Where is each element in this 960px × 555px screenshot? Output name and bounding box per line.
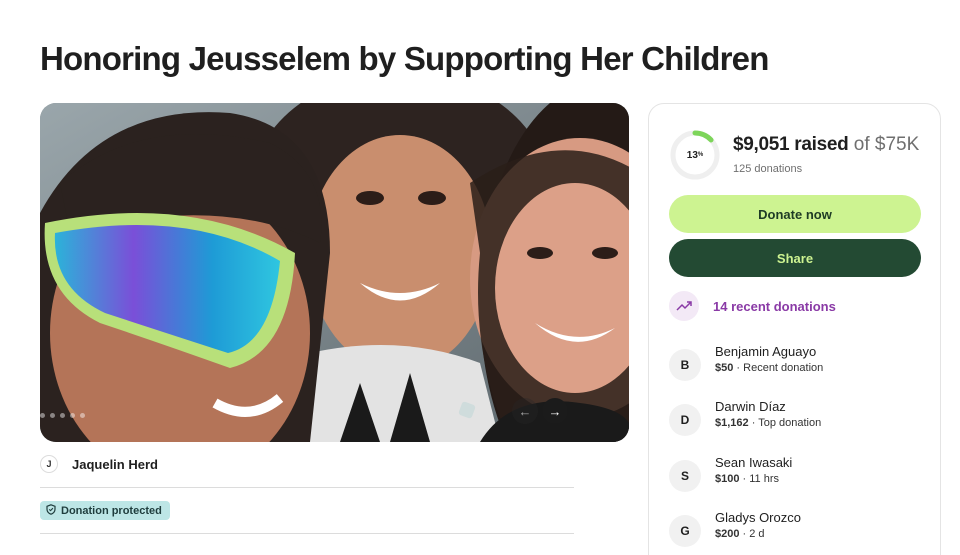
donor-avatar: B — [669, 349, 701, 381]
carousel-dot[interactable] — [70, 413, 75, 418]
carousel-dot[interactable] — [60, 413, 65, 418]
divider — [40, 533, 574, 534]
donor-name: Sean Iwasaki — [715, 455, 793, 470]
amount-raised: $9,051 raised of $75K — [733, 134, 920, 155]
page-title: Honoring Jeusselem by Supporting Her Chi… — [40, 40, 769, 77]
donation-protected-badge[interactable]: Donation protected — [40, 501, 170, 520]
carousel-dots — [23, 413, 85, 418]
recent-donations-label: 14 recent donations — [713, 298, 836, 314]
badge-label: Donation protected — [61, 504, 162, 517]
donor-item: D Darwin Díaz $1,162 · Top donation — [669, 399, 821, 436]
carousel-dot-active[interactable] — [23, 413, 35, 418]
campaign-photo[interactable] — [40, 103, 629, 442]
donor-avatar: G — [669, 515, 701, 547]
donor-name: Gladys Orozco — [715, 510, 801, 525]
organizer[interactable]: J Jaquelin Herd — [40, 455, 158, 473]
progress-percent: 13% — [686, 149, 704, 161]
carousel-dot[interactable] — [40, 413, 45, 418]
carousel-next-button[interactable]: → — [542, 398, 568, 424]
donation-card: 13% $9,051 raised of $75K 125 donations … — [648, 103, 941, 555]
donor-item: G Gladys Orozco $200 · 2 d — [669, 510, 801, 547]
donor-name: Darwin Díaz — [715, 399, 786, 414]
donor-meta: $200 · 2 d — [715, 528, 765, 540]
share-button[interactable]: Share — [669, 239, 921, 277]
donor-meta: $1,162 · Top donation — [715, 417, 822, 429]
donor-name: Benjamin Aguayo — [715, 344, 817, 359]
campaign-image — [40, 103, 629, 442]
shield-icon — [46, 503, 56, 518]
donate-now-button[interactable]: Donate now — [669, 195, 921, 233]
donor-item: S Sean Iwasaki $100 · 11 hrs — [669, 455, 792, 492]
recent-donations-link[interactable]: 14 recent donations — [669, 291, 836, 321]
donor-meta: $50 · Recent donation — [715, 362, 824, 374]
donor-meta: $100 · 11 hrs — [715, 473, 780, 485]
donor-item: B Benjamin Aguayo $50 · Recent donation — [669, 344, 823, 381]
carousel-prev-button[interactable]: ← — [512, 398, 538, 424]
carousel-dot[interactable] — [80, 413, 85, 418]
trending-up-icon — [669, 291, 699, 321]
donor-avatar: D — [669, 404, 701, 436]
divider — [40, 487, 574, 488]
arrow-right-icon: → — [548, 403, 562, 419]
organizer-name: Jaquelin Herd — [72, 456, 158, 472]
carousel-dot[interactable] — [50, 413, 55, 418]
donor-avatar: S — [669, 460, 701, 492]
arrow-left-icon: ← — [518, 403, 532, 419]
organizer-avatar: J — [40, 455, 58, 473]
donation-count: 125 donations — [733, 163, 803, 175]
